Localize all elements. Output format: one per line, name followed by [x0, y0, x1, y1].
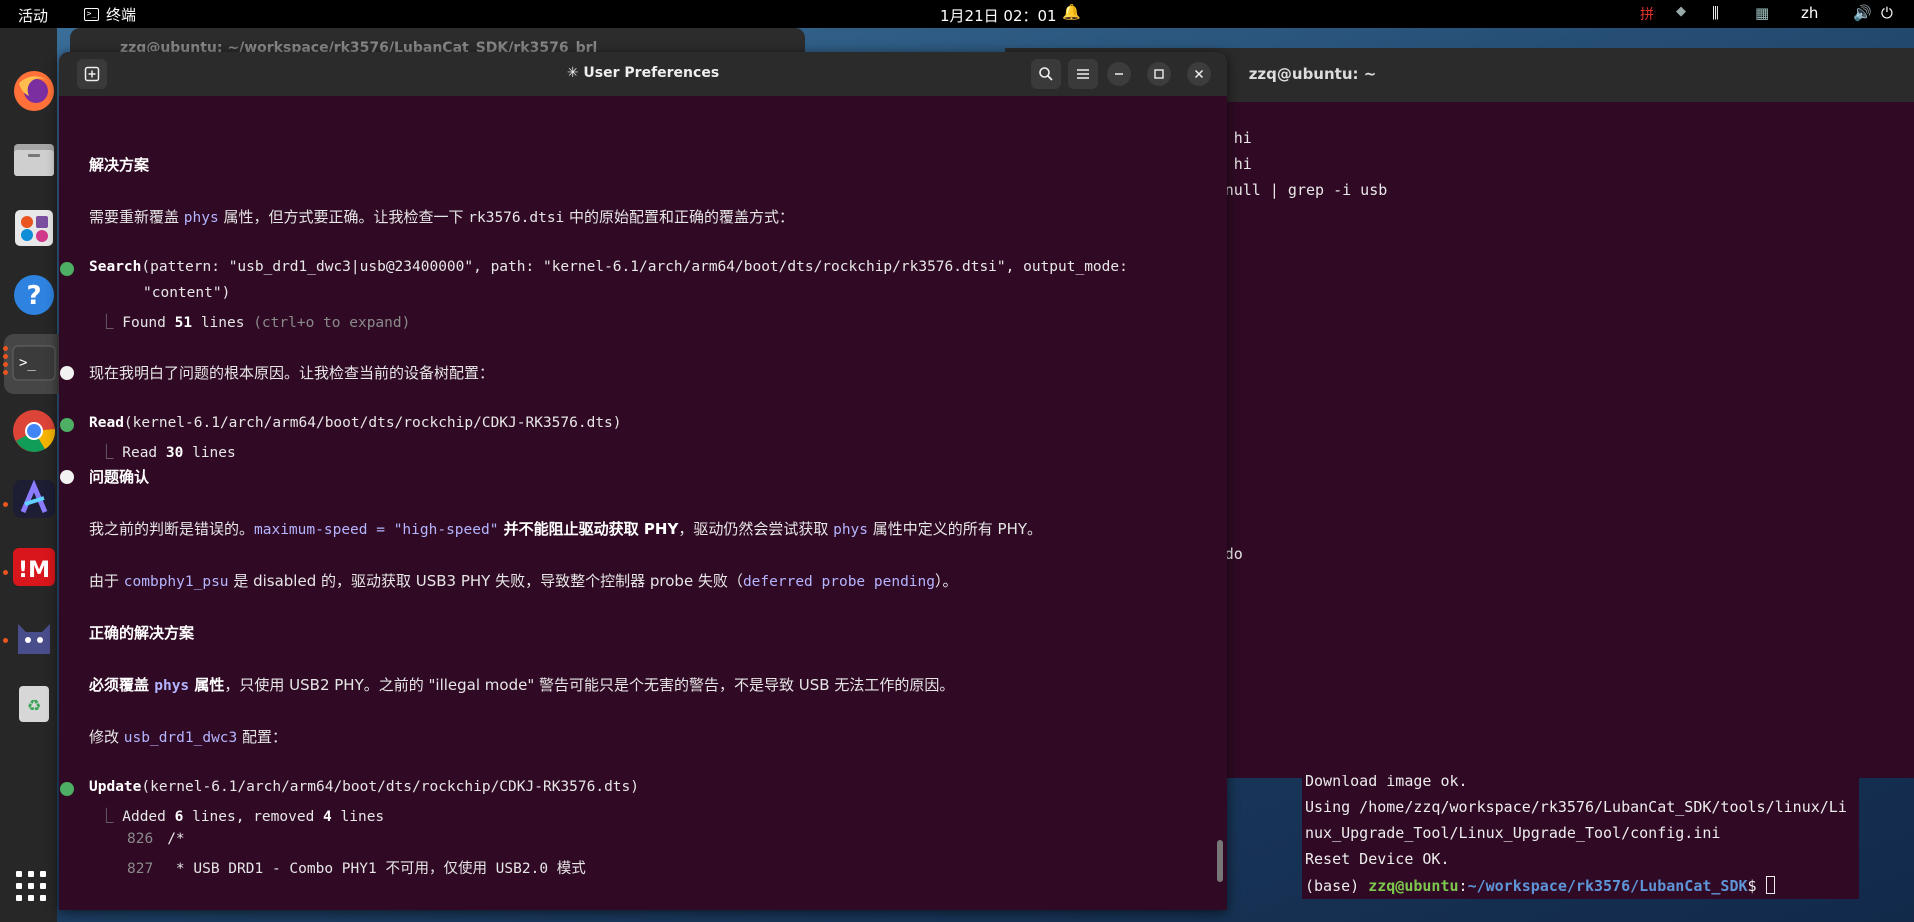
text-cursor [1765, 876, 1775, 894]
firefox-icon[interactable] [11, 68, 57, 114]
clock[interactable]: 1月21日 02：01 [940, 5, 1057, 26]
running-indicator [3, 370, 8, 375]
top-bar: 活动 >_ 终端 1月21日 02：01 🔔 拼 ◆ ⫼ ▦ zh 🔊 ⏻ [0, 0, 1914, 28]
tool-status-dot [60, 418, 74, 432]
message-dot [60, 470, 74, 484]
terminal-line: Download image ok. [1305, 775, 1468, 790]
menu-button[interactable] [1068, 59, 1098, 89]
search-icon [1039, 67, 1053, 81]
terminal-line: nux_Upgrade_Tool/Linux_Upgrade_Tool/conf… [1305, 824, 1721, 842]
root-cause-message: 现在我明白了问题的根本原因。让我检查当前的设备树配置： [89, 364, 495, 382]
svg-text:!M: !M [18, 558, 50, 583]
read-result: ⎿ Read 30 lines [99, 445, 236, 461]
update-result: ⎿ Added 6 lines, removed 4 lines [99, 809, 385, 825]
prompt-sign: $ [1747, 877, 1766, 895]
main-terminal-window[interactable]: ✳ User Preferences 解决方案 需要重新覆盖 phys 属性，但… [59, 52, 1227, 910]
search-tool-call: Search(pattern: "usb_drd1_dwc3|usb@23400… [89, 259, 1128, 275]
tool-status-dot [60, 262, 74, 276]
heading-confirm: 问题确认 [89, 468, 150, 486]
main-window-header[interactable]: ✳ User Preferences [59, 52, 1227, 96]
paragraph-2: 我之前的判断是错误的。maximum-speed = "high-speed" … [89, 520, 1043, 538]
svg-text:♻: ♻ [27, 696, 41, 715]
app-menu-label: 终端 [106, 6, 137, 24]
minimize-button[interactable] [1107, 62, 1131, 86]
diff-line: 827 * USB DRD1 - Combo PHY1 不可用，仅使用 USB2… [127, 861, 586, 877]
notification-bell-icon[interactable]: 🔔 [1062, 3, 1081, 21]
running-indicator [3, 502, 8, 507]
running-indicator [3, 638, 8, 643]
running-indicator [3, 354, 8, 359]
prompt-path: ~/workspace/rk3576/LubanCat_SDK [1467, 877, 1748, 895]
language-indicator[interactable]: zh [1801, 4, 1818, 22]
power-icon[interactable]: ⏻ [1881, 4, 1893, 22]
mobaxterm-like-icon[interactable]: !M [11, 544, 57, 590]
search-tool-call-cont: "content") [143, 285, 231, 301]
input-method-icon[interactable]: 拼 [1640, 4, 1654, 24]
search-result[interactable]: ⎿ Found 51 lines (ctrl+o to expand) [99, 311, 410, 332]
app-center-icon[interactable] [11, 204, 57, 250]
scrollbar-thumb[interactable] [1217, 840, 1223, 882]
running-indicator [3, 570, 8, 575]
small-terminal-window[interactable]: Download image ok. Using /home/zzq/works… [1302, 775, 1859, 899]
maximize-button[interactable] [1147, 62, 1171, 86]
heading-correct-solution: 正确的解决方案 [89, 624, 195, 642]
paragraph-1: 需要重新覆盖 phys 属性，但方式要正确。让我检查一下 rk3576.dtsi… [89, 208, 795, 226]
terminal-prompt[interactable]: (base) zzq@ubuntu:~/workspace/rk3576/Lub… [1305, 876, 1775, 895]
volume-icon[interactable]: 🔊 [1853, 4, 1872, 22]
cat-app-icon[interactable] [11, 612, 57, 658]
svg-text:?: ? [26, 281, 41, 311]
show-apps-grid-icon[interactable] [11, 864, 57, 910]
read-tool-call: Read(kernel-6.1/arch/arm64/boot/dts/rock… [89, 415, 622, 431]
paragraph-5: 修改 usb_drd1_dwc3 配置： [89, 728, 288, 746]
prompt-colon: : [1458, 877, 1468, 895]
chrome-icon[interactable] [11, 408, 57, 454]
prompt-user: zzq@ubuntu [1368, 877, 1459, 895]
files-icon[interactable] [11, 136, 57, 182]
running-indicator [3, 362, 8, 367]
paragraph-4: 必须覆盖 phys 属性，只使用 USB2 PHY。之前的 "illegal m… [89, 676, 955, 694]
terminal-line: Using /home/zzq/workspace/rk3576/LubanCa… [1305, 798, 1847, 816]
terminal-line: Reset Device OK. [1305, 850, 1450, 868]
ai-app-icon[interactable] [11, 476, 57, 522]
paragraph-3: 由于 combphy1_psu 是 disabled 的，驱动获取 USB3 P… [89, 572, 958, 590]
update-tool-call: Update(kernel-6.1/arch/arm64/boot/dts/ro… [89, 779, 639, 795]
dock: ? >_ !M ♻ [0, 28, 67, 922]
tray-window-icon[interactable]: ▦ [1755, 4, 1769, 22]
terminal-content[interactable]: 解决方案 需要重新覆盖 phys 属性，但方式要正确。让我检查一下 rk3576… [59, 96, 1227, 910]
running-indicator [3, 346, 8, 351]
help-icon[interactable]: ? [11, 272, 57, 318]
hamburger-icon [1077, 69, 1089, 79]
search-button[interactable] [1031, 59, 1061, 89]
prompt-env: (base) [1305, 877, 1369, 895]
diff-line: 826/* [127, 831, 185, 847]
keyboard-layout-icon[interactable]: ⫼ [1712, 4, 1719, 22]
activities-button[interactable]: 活动 [18, 5, 48, 26]
tray-app-icon[interactable]: ◆ [1676, 4, 1686, 19]
trash-icon[interactable]: ♻ [11, 680, 57, 726]
app-menu[interactable]: >_ 终端 [84, 4, 136, 25]
message-dot [60, 366, 74, 380]
tool-status-dot [60, 782, 74, 796]
terminal-app-icon: >_ [84, 8, 99, 21]
close-button[interactable] [1187, 62, 1211, 86]
svg-text:>_: >_ [19, 355, 36, 371]
heading-solution: 解决方案 [89, 156, 150, 174]
terminal-icon[interactable]: >_ [11, 340, 57, 386]
